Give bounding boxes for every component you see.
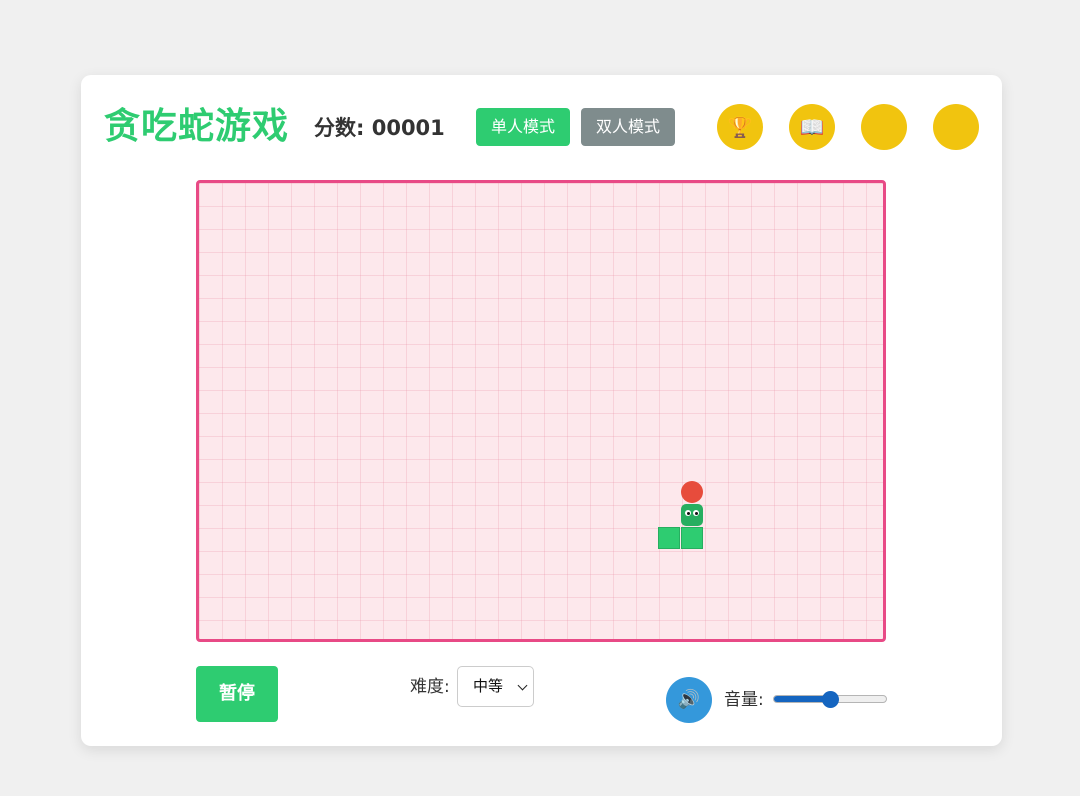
game-title: 贪吃蛇游戏 <box>104 106 290 147</box>
score-display: 分数: 00001 <box>314 113 445 143</box>
game-board[interactable] <box>196 180 886 642</box>
pause-button[interactable]: 暂停 <box>196 666 278 722</box>
score-value: 00001 <box>371 116 445 140</box>
leaderboard-button[interactable]: 🏆 <box>717 104 763 150</box>
instructions-button[interactable]: 📖 <box>789 104 835 150</box>
volume-slider[interactable] <box>773 691 887 708</box>
difficulty-value: 中等 <box>473 677 504 695</box>
book-icon: 📖 <box>799 115 825 139</box>
sound-toggle-button[interactable]: 🔊 <box>666 677 712 723</box>
chevron-down-icon <box>517 680 528 691</box>
snake-body-segment <box>658 527 680 549</box>
score-label: 分数: <box>314 116 365 140</box>
game-container: 贪吃蛇游戏 分数: 00001 单人模式 双人模式 🏆 📖 暂停 难度: 中等 … <box>81 75 1002 746</box>
single-player-mode-button[interactable]: 单人模式 <box>476 108 570 146</box>
snake-head <box>681 504 703 526</box>
two-player-mode-button[interactable]: 双人模式 <box>581 108 675 146</box>
difficulty-select[interactable]: 中等 <box>457 666 534 707</box>
circle-button-3[interactable] <box>861 104 907 150</box>
snake-eye <box>693 510 699 516</box>
trophy-icon: 🏆 <box>727 115 753 139</box>
food-apple <box>681 481 703 503</box>
difficulty-label: 难度: <box>410 677 450 697</box>
volume-label: 音量: <box>724 690 764 710</box>
snake-eye <box>685 510 691 516</box>
speaker-icon: 🔊 <box>677 689 701 710</box>
snake-body-segment <box>681 527 703 549</box>
circle-button-4[interactable] <box>933 104 979 150</box>
volume-slider-thumb[interactable] <box>822 691 839 708</box>
